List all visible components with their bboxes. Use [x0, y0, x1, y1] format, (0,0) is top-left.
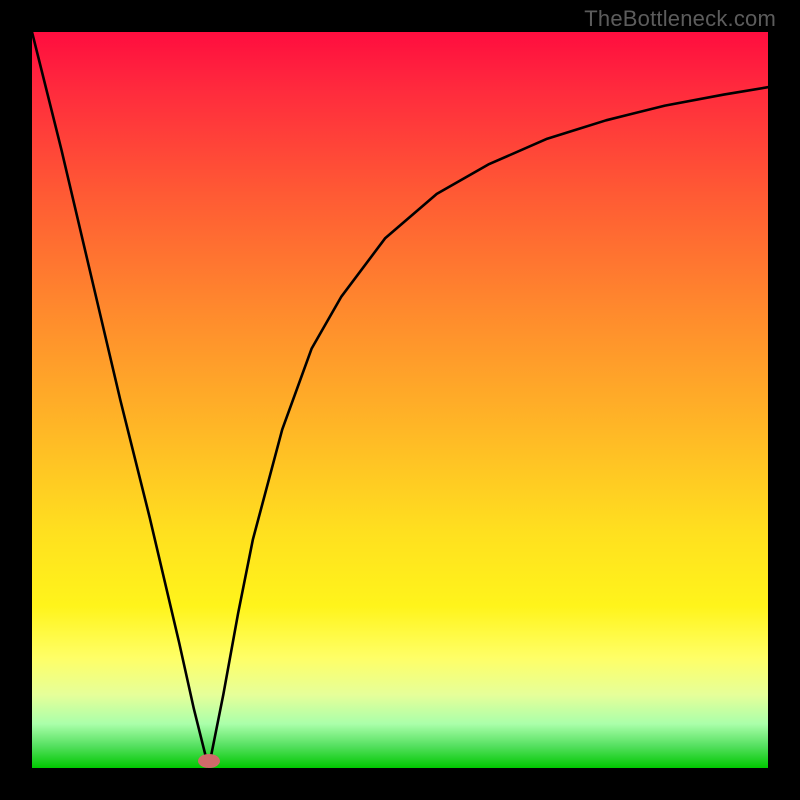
optimal-point-marker — [198, 754, 220, 768]
chart-frame: TheBottleneck.com — [0, 0, 800, 800]
plot-area — [32, 32, 768, 768]
attribution-text: TheBottleneck.com — [584, 6, 776, 32]
bottleneck-curve — [32, 32, 768, 768]
